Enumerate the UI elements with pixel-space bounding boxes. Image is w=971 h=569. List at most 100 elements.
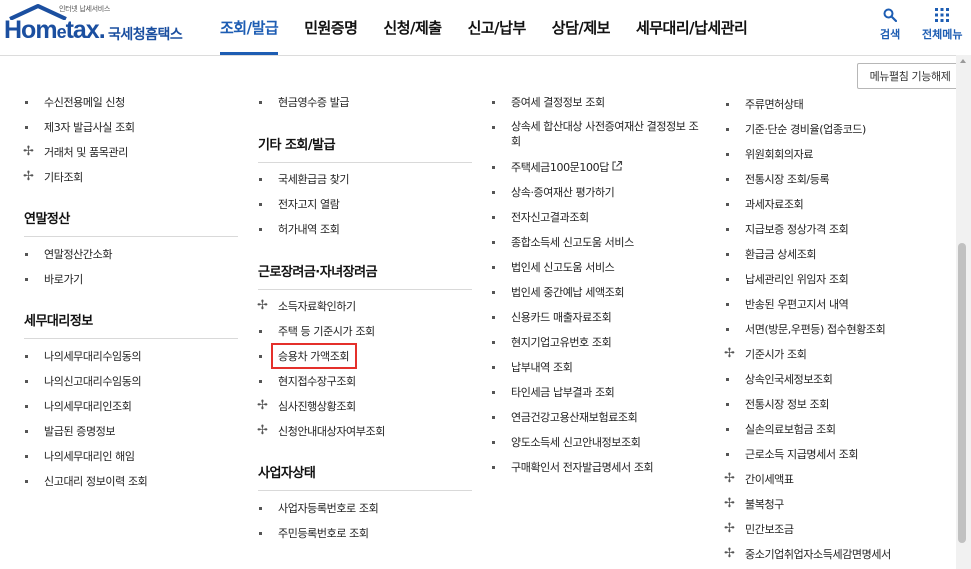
menu-item[interactable]: 상속세 합산대상 사전증여재산 결정정보 조회 xyxy=(492,119,707,153)
section-heading-other-lookup: 기타 조회/발급 xyxy=(258,138,336,153)
menu-item-label: 과세자료조회 xyxy=(745,198,804,211)
menu-item-label: 위원회회의자료 xyxy=(745,148,814,161)
menu-item-label: 납세관리인 위임자 조회 xyxy=(745,273,849,286)
bullet-icon xyxy=(25,480,28,483)
bullet-icon xyxy=(726,178,729,181)
bullet-icon xyxy=(726,328,729,331)
logo-wordmark: Hometax. xyxy=(4,16,106,44)
menu-item-label: 상속세 합산대상 사전증여재산 결정정보 조회 xyxy=(511,120,699,148)
bullet-icon xyxy=(259,330,262,333)
global-nav: 조회/발급 민원증명 신청/제출 신고/납부 상담/제보 세무대리/납세관리 xyxy=(220,0,760,55)
bullet-icon xyxy=(25,455,28,458)
menu-item-label: 거래처 및 품목관리 xyxy=(44,146,128,159)
bullet-icon xyxy=(492,191,495,194)
bullet-icon xyxy=(726,253,729,256)
menu-item-label: 반송된 우편고지서 내역 xyxy=(745,298,849,311)
menu-item-label: 기타조회 xyxy=(44,171,83,184)
menu-item-label: 현지기업고유번호 조회 xyxy=(511,336,612,349)
top-header: 인터넷 납세서비스 Hometax. 국세청홈택스 조회/발급 민원증명 신청/… xyxy=(0,0,971,56)
menu-item-label: 근로소득 지급명세서 조회 xyxy=(745,448,859,461)
bullet-icon xyxy=(259,507,262,510)
plus-icon: ✢ xyxy=(724,546,735,561)
bullet-icon xyxy=(492,166,495,169)
hometax-logo[interactable]: 인터넷 납세서비스 Hometax. 국세청홈택스 xyxy=(4,4,194,50)
menu-item-label: 바로가기 xyxy=(44,273,83,286)
menu-item-label: 나의신고대리수임동의 xyxy=(44,375,142,388)
grid-menu-icon xyxy=(935,8,950,22)
menu-expand-toggle-button[interactable]: 메뉴펼침 기능해제 xyxy=(857,63,963,89)
bullet-icon xyxy=(492,466,495,469)
scroll-up-arrow-icon[interactable] xyxy=(960,59,966,63)
menu-item-label: 종합소득세 신고도움 서비스 xyxy=(511,236,634,249)
bullet-icon xyxy=(259,101,262,104)
menu-item-label: 허가내역 조회 xyxy=(278,223,340,236)
bullet-icon xyxy=(492,341,495,344)
plus-icon: ✢ xyxy=(23,169,34,184)
menu-item-label: 환급금 상세조회 xyxy=(745,248,817,261)
bullet-icon xyxy=(259,532,262,535)
menu-item-label: 주택 등 기준시가 조회 xyxy=(278,325,375,338)
menu-item-label: 서면(방문,우편등) 접수현황조회 xyxy=(745,323,886,336)
section-heading-earned-income-credit: 근로장려금·자녀장려금 xyxy=(258,265,378,280)
divider xyxy=(258,490,472,491)
menu-item-label: 기준·단순 경비율(업종코드) xyxy=(745,123,866,136)
menu-item-label: 연말정산간소화 xyxy=(44,248,113,261)
bullet-icon xyxy=(726,128,729,131)
menu-item-label: 상속인국세정보조회 xyxy=(745,373,833,386)
menu-item-label: 납부내역 조회 xyxy=(511,361,573,374)
menu-item-label: 전통시장 조회/등록 xyxy=(745,173,830,186)
bullet-icon xyxy=(25,405,28,408)
nav-civil-certificate[interactable]: 민원증명 xyxy=(291,0,370,55)
search-label: 검색 xyxy=(880,28,901,41)
divider xyxy=(258,289,472,290)
divider xyxy=(258,162,472,163)
menu-item-label: 실손의료보험금 조회 xyxy=(745,423,836,436)
divider xyxy=(24,236,238,237)
bullet-icon xyxy=(25,430,28,433)
nav-apply-submit[interactable]: 신청/제출 xyxy=(370,0,454,55)
logo-korean-name: 국세청홈택스 xyxy=(108,27,183,43)
nav-consult-report[interactable]: 상담/제보 xyxy=(539,0,623,55)
bullet-icon xyxy=(25,380,28,383)
menu-item-label: 심사진행상황조회 xyxy=(278,400,356,413)
highlight-box xyxy=(271,343,357,369)
bullet-icon xyxy=(726,203,729,206)
divider xyxy=(24,338,238,339)
menu-item-label: 수신전용메일 신청 xyxy=(44,96,125,109)
bullet-icon xyxy=(25,126,28,129)
search-button[interactable]: 검색 xyxy=(880,8,900,42)
bullet-icon xyxy=(726,378,729,381)
bullet-icon xyxy=(259,355,262,358)
scrollbar-thumb[interactable] xyxy=(958,243,966,543)
menu-item-label: 신고대리 정보이력 조회 xyxy=(44,475,148,488)
nav-tax-agent[interactable]: 세무대리/납세관리 xyxy=(623,0,760,55)
section-heading-business-status: 사업자상태 xyxy=(258,466,316,481)
menu-item-label: 전통시장 정보 조회 xyxy=(745,398,829,411)
menu-item-label: 연금건강고용산재보험료조회 xyxy=(511,411,638,424)
bullet-icon xyxy=(726,453,729,456)
bullet-icon xyxy=(25,101,28,104)
menu-item-label: 소득자료확인하기 xyxy=(278,300,356,313)
section-heading-tax-agent-info: 세무대리정보 xyxy=(24,314,93,329)
menu-item-label: 발급된 증명정보 xyxy=(44,425,116,438)
section-heading-year-end: 연말정산 xyxy=(24,212,70,227)
menu-item-label: 사업자등록번호로 조회 xyxy=(278,502,379,515)
nav-report-pay[interactable]: 신고/납부 xyxy=(455,0,539,55)
bullet-icon xyxy=(492,266,495,269)
bullet-icon xyxy=(25,278,28,281)
menu-item-label: 국세환급금 찾기 xyxy=(278,173,350,186)
bullet-icon xyxy=(726,403,729,406)
plus-icon: ✢ xyxy=(724,471,735,486)
bullet-icon xyxy=(25,253,28,256)
bullet-icon xyxy=(726,428,729,431)
bullet-icon xyxy=(726,303,729,306)
menu-item-label: 구매확인서 전자발급명세서 조회 xyxy=(511,461,654,474)
menu-item-label: 신청안내대상자여부조회 xyxy=(278,425,385,438)
all-menu-button[interactable]: 전체메뉴 xyxy=(922,8,962,42)
bullet-icon xyxy=(726,228,729,231)
menu-item-label: 양도소득세 신고안내정보조회 xyxy=(511,436,641,449)
bullet-icon xyxy=(492,441,495,444)
nav-lookup-issue[interactable]: 조회/발급 xyxy=(220,0,291,55)
search-icon xyxy=(883,8,898,23)
plus-icon: ✢ xyxy=(257,423,268,438)
